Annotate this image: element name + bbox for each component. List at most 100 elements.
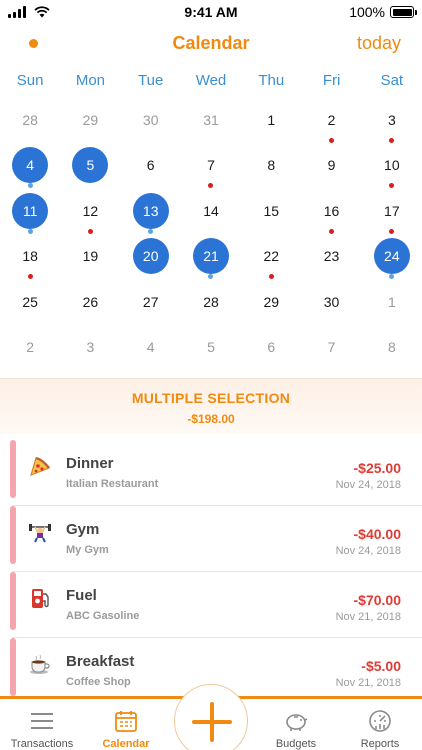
event-dot	[329, 138, 335, 143]
calendar-day[interactable]: 3	[362, 98, 422, 143]
day-number: 31	[203, 112, 219, 128]
calendar-day[interactable]: 18	[0, 234, 60, 280]
add-transaction-button[interactable]	[174, 684, 248, 750]
day-number: 2	[327, 112, 336, 128]
pizza-icon	[28, 454, 52, 478]
day-number: 11	[12, 192, 49, 229]
plus-icon	[192, 702, 232, 742]
calendar-day[interactable]: 3	[60, 325, 120, 370]
calendar-day[interactable]: 7	[301, 325, 361, 370]
calendar-day[interactable]: 12	[60, 189, 120, 234]
calendar-day[interactable]: 2	[0, 325, 60, 370]
weekday-label: Fri	[322, 72, 341, 89]
weekday-label: Wed	[195, 72, 227, 89]
event-dot	[389, 228, 395, 234]
weekday-label: Thu	[258, 72, 285, 89]
weekday-label: Tue	[138, 72, 164, 89]
calendar-day[interactable]: 13	[121, 189, 181, 234]
day-number: 27	[142, 293, 159, 310]
event-dot	[389, 274, 395, 280]
calendar-day[interactable]: 11	[0, 189, 60, 234]
calendar-day[interactable]: 16	[301, 189, 361, 234]
transaction-row[interactable]: Fuel ABC Gasoline -$70.00 Nov 21, 2018	[10, 572, 422, 638]
transaction-place: Coffee Shop	[66, 676, 131, 688]
tab-transactions[interactable]: Transactions	[0, 699, 84, 750]
calendar-day[interactable]: 24	[362, 234, 422, 280]
day-number: 3	[86, 338, 95, 355]
calendar-day[interactable]: 28	[0, 98, 60, 143]
day-number: 5	[72, 147, 109, 184]
transaction-row[interactable]: Gym My Gym -$40.00 Nov 24, 2018	[10, 506, 422, 572]
transaction-place: ABC Gasoline	[66, 610, 140, 622]
calendar-day[interactable]: 4	[0, 143, 60, 189]
calendar-day[interactable]: 26	[60, 280, 120, 325]
day-number: 7	[207, 157, 215, 174]
tab-reports[interactable]: Reports	[338, 699, 422, 750]
event-dot	[389, 138, 395, 143]
day-number: 21	[192, 238, 229, 275]
transaction-amount: -$70.00	[353, 592, 401, 608]
calendar-day[interactable]: 30	[301, 280, 361, 325]
calendar-day[interactable]: 17	[362, 189, 422, 234]
calendar-day[interactable]: 5	[60, 143, 120, 188]
day-number: 19	[82, 248, 99, 265]
status-right: 100%	[349, 4, 417, 20]
calendar-day[interactable]: 7	[181, 143, 241, 189]
day-number: 12	[82, 202, 99, 219]
transaction-list: Dinner Italian Restaurant -$25.00 Nov 24, 2…	[0, 440, 422, 704]
day-number: 28	[22, 112, 38, 128]
transaction-row[interactable]: Dinner Italian Restaurant -$25.00 Nov 24, 2…	[10, 440, 422, 506]
calendar-day[interactable]: 20	[121, 234, 181, 279]
selection-summary: MULTIPLE SELECTION -$198.00	[0, 378, 422, 434]
calendar-day[interactable]: 6	[121, 143, 181, 188]
calendar-day[interactable]: 19	[60, 234, 120, 279]
day-number: 4	[146, 338, 155, 355]
calendar-day[interactable]: 1	[362, 280, 422, 325]
transaction-name: Dinner	[66, 455, 114, 472]
calendar-day[interactable]: 31	[181, 98, 241, 143]
calendar-day[interactable]: 8	[362, 325, 422, 370]
calendar-grid: 28 29 30 31 1 2 3 4 5 6 7 8 9 10 11 12 13 14 15 16 17 18 19 20 2…	[0, 98, 422, 370]
calendar-day[interactable]: 27	[121, 280, 181, 325]
calendar-day[interactable]: 10	[362, 143, 422, 189]
transaction-name: Gym	[66, 521, 100, 538]
calendar-day[interactable]: 22	[241, 234, 301, 280]
day-number: 1	[267, 112, 276, 128]
tab-budgets[interactable]: Budgets	[254, 699, 338, 750]
calendar-day[interactable]: 21	[181, 234, 241, 280]
day-number: 5	[207, 338, 215, 355]
day-number: 2	[26, 338, 35, 355]
event-dot	[268, 274, 274, 280]
tab-calendar[interactable]: Calendar	[84, 699, 168, 750]
calendar-day[interactable]: 9	[301, 143, 361, 188]
calendar-day[interactable]: 30	[121, 98, 181, 143]
day-number: 3	[387, 112, 396, 128]
calendar-day[interactable]: 8	[241, 143, 301, 188]
transaction-date: Nov 24, 2018	[335, 479, 401, 491]
piggy-bank-icon	[286, 714, 308, 731]
calendar-day[interactable]: 5	[181, 325, 241, 370]
calendar-day[interactable]: 15	[241, 189, 301, 234]
transaction-name: Breakfast	[66, 653, 135, 670]
calendar-day[interactable]: 4	[121, 325, 181, 370]
today-button[interactable]: today	[357, 33, 401, 54]
calendar-day[interactable]: 29	[60, 98, 120, 143]
status-bar: 9:41 AM 100%	[0, 0, 422, 24]
calendar-day[interactable]: 1	[241, 98, 301, 143]
day-number: 20	[132, 238, 169, 275]
event-dot	[27, 274, 33, 280]
day-number: 30	[323, 293, 340, 310]
tab-label: Transactions	[10, 738, 74, 750]
calendar-day[interactable]: 29	[241, 280, 301, 325]
nav-bar: Calendar today	[0, 28, 422, 60]
calendar-day[interactable]: 23	[301, 234, 361, 279]
calendar-day[interactable]: 28	[181, 280, 241, 325]
calendar-day[interactable]: 14	[181, 189, 241, 234]
transaction-date: Nov 24, 2018	[335, 545, 401, 557]
event-dot	[27, 228, 33, 234]
calendar-day[interactable]: 6	[241, 325, 301, 370]
day-number: 16	[323, 202, 340, 219]
category-color-bar	[10, 638, 16, 696]
calendar-day[interactable]: 25	[0, 280, 60, 325]
calendar-day[interactable]: 2	[301, 98, 361, 143]
